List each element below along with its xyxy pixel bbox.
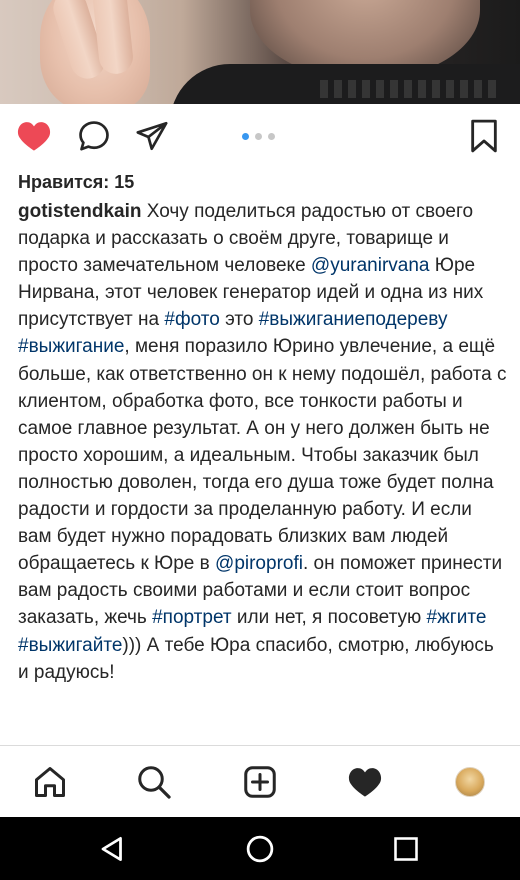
caption-username[interactable]: gotistendkain bbox=[18, 201, 142, 222]
bookmark-icon bbox=[471, 119, 497, 153]
heart-icon bbox=[348, 768, 382, 797]
nav-activity-button[interactable] bbox=[345, 762, 385, 802]
share-button[interactable] bbox=[134, 118, 170, 154]
caption-body: Хочу поделиться радостью от своего подар… bbox=[18, 201, 507, 683]
caption-link[interactable]: #жгите bbox=[427, 607, 487, 628]
post-photo[interactable] bbox=[0, 0, 520, 104]
nav-profile-button[interactable] bbox=[450, 762, 490, 802]
carousel-dot bbox=[242, 133, 249, 140]
system-back-button[interactable] bbox=[97, 833, 129, 865]
search-icon bbox=[138, 766, 171, 799]
back-triangle-icon bbox=[101, 837, 122, 861]
system-home-button[interactable] bbox=[244, 833, 276, 865]
add-post-icon bbox=[244, 766, 276, 798]
home-icon bbox=[35, 767, 65, 797]
photo-shirt-print bbox=[320, 80, 500, 98]
bottom-navigation bbox=[0, 745, 520, 817]
save-button[interactable] bbox=[466, 118, 502, 154]
paper-plane-icon bbox=[136, 121, 168, 151]
carousel-indicator bbox=[242, 133, 275, 140]
caption-text: это bbox=[219, 309, 259, 331]
heart-filled-icon bbox=[17, 122, 51, 151]
recents-square-icon bbox=[394, 837, 418, 861]
post-caption: gotistendkain Хочу поделиться радостью о… bbox=[18, 198, 508, 686]
caption-link[interactable]: #выжигание bbox=[18, 336, 124, 357]
likes-count[interactable]: Нравится: 15 bbox=[18, 172, 134, 193]
comment-bubble-icon bbox=[79, 121, 109, 151]
caption-link[interactable]: @yuranirvana bbox=[311, 255, 430, 276]
caption-link[interactable]: #фото bbox=[164, 309, 219, 330]
comment-button[interactable] bbox=[76, 118, 112, 154]
system-recents-button[interactable] bbox=[390, 833, 422, 865]
nav-home-button[interactable] bbox=[30, 762, 70, 802]
post-action-bar bbox=[0, 104, 520, 168]
caption-link[interactable]: #выжиганиеподереву bbox=[259, 309, 448, 330]
like-button[interactable] bbox=[16, 118, 52, 154]
caption-link[interactable]: #портрет bbox=[152, 607, 231, 628]
carousel-dot bbox=[268, 133, 275, 140]
caption-text: или нет, я посоветую bbox=[231, 607, 427, 629]
profile-avatar bbox=[455, 767, 485, 797]
caption-link[interactable]: #выжигайте bbox=[18, 635, 122, 656]
caption-link[interactable]: @piroprofi bbox=[215, 553, 303, 574]
android-system-bar bbox=[0, 817, 520, 880]
caption-text: , меня поразило Юрино увлечение, а ещё б… bbox=[18, 336, 507, 575]
carousel-dot bbox=[255, 133, 262, 140]
home-circle-icon bbox=[246, 835, 274, 863]
nav-add-button[interactable] bbox=[240, 762, 280, 802]
nav-search-button[interactable] bbox=[134, 762, 174, 802]
